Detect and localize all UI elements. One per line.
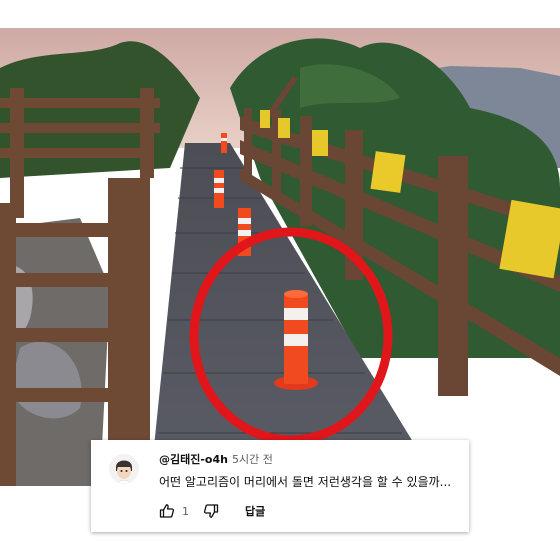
comment-time[interactable]: 5시간 전 [232,453,273,466]
comment-text: 어떤 알고리즘이 머리에서 돌면 저런생각을 할 수 있을까... [159,475,452,489]
comment-card: @김태진-o4h 5시간 전 어떤 알고리즘이 머리에서 돌면 저런생각을 할 수… [91,440,469,532]
avatar[interactable] [109,454,139,484]
boardwalk-scene [0,28,560,486]
thumbs-down-icon[interactable] [203,503,219,519]
reply-button[interactable]: 답글 [245,503,265,519]
thumbs-up-icon[interactable] [159,503,175,519]
comment-actions: 1 답글 [159,502,265,520]
comment-meta: @김태진-o4h 5시간 전 [159,451,273,467]
like-count: 1 [182,504,189,518]
comment-author[interactable]: @김태진-o4h [159,453,228,466]
trail-photo [0,28,560,486]
